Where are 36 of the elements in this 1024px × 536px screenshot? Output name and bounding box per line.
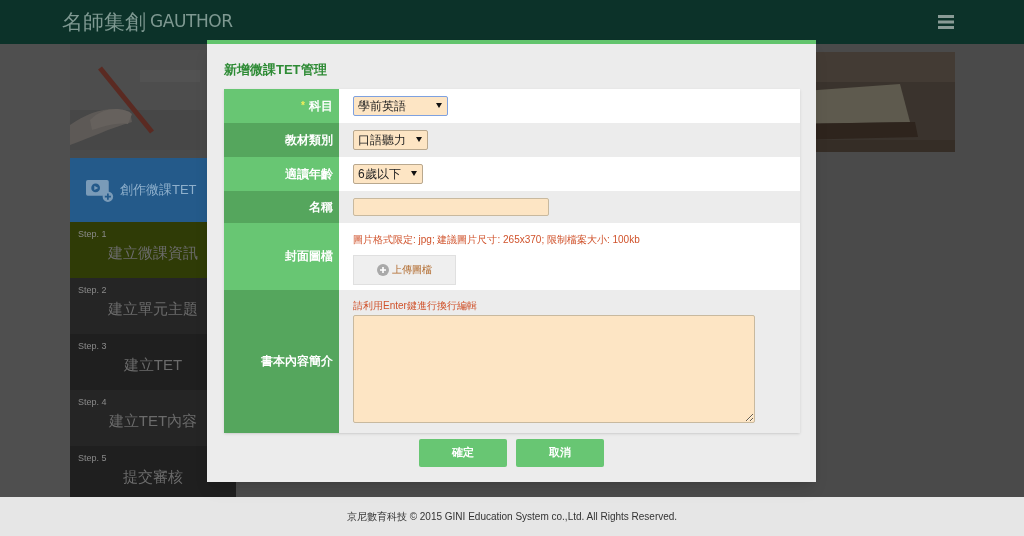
logo-mark: GAUTHOR bbox=[150, 10, 233, 34]
step-label: 建立微課資訊 bbox=[107, 242, 199, 263]
field-label: * 科目 bbox=[224, 88, 339, 123]
step-label: 建立TET bbox=[122, 354, 184, 375]
field-label: 教材類別 bbox=[224, 122, 339, 157]
field-label: 封面圖檔 bbox=[224, 222, 339, 290]
caret-icon bbox=[416, 137, 422, 142]
menu-icon[interactable] bbox=[938, 15, 954, 29]
plus-icon bbox=[377, 263, 389, 276]
copyright-text: 京尼數育科技 © 2015 GINI Education System co.,Ltd. All Rights Reserved. bbox=[346, 510, 678, 524]
step-number: Step. 5 bbox=[78, 452, 108, 465]
step-number: Step. 1 bbox=[78, 228, 108, 241]
select-field[interactable]: 口語聽力 bbox=[353, 129, 428, 150]
field-label: 適讀年齡 bbox=[224, 156, 339, 191]
required-mark: * bbox=[301, 99, 305, 113]
video-add-icon bbox=[86, 177, 114, 203]
step-label: 提交審核 bbox=[122, 466, 184, 487]
input-field[interactable] bbox=[353, 197, 549, 216]
logo-text: 名師集創 bbox=[62, 9, 146, 36]
select-field[interactable]: 學前英語 bbox=[353, 95, 448, 116]
field-label: 名稱 bbox=[224, 190, 339, 223]
hint-text: 請利用Enter鍵進行換行編輯 bbox=[353, 298, 478, 313]
description-textarea[interactable] bbox=[353, 314, 755, 423]
upload-button[interactable]: 上傳圖檔 bbox=[353, 254, 456, 285]
step-number: Step. 2 bbox=[78, 284, 108, 297]
dialog-title: 新增微課TET管理 bbox=[224, 61, 328, 79]
caret-icon bbox=[410, 171, 417, 176]
step-number: Step. 3 bbox=[78, 340, 108, 353]
select-field[interactable]: 6歲以下 bbox=[353, 163, 423, 184]
caret-icon bbox=[436, 103, 442, 108]
hint-text: 圖片格式限定: jpg; 建議圖片尺寸: 265x370; 限制檔案大小: 100kb bbox=[353, 232, 640, 247]
field-label: 書本內容簡介 bbox=[224, 289, 339, 433]
step-label: 建立TET內容 bbox=[107, 410, 199, 431]
card-label: 創作微課TET bbox=[120, 181, 197, 200]
step-number: Step. 4 bbox=[78, 396, 108, 409]
step-label: 建立單元主題 bbox=[107, 298, 199, 319]
